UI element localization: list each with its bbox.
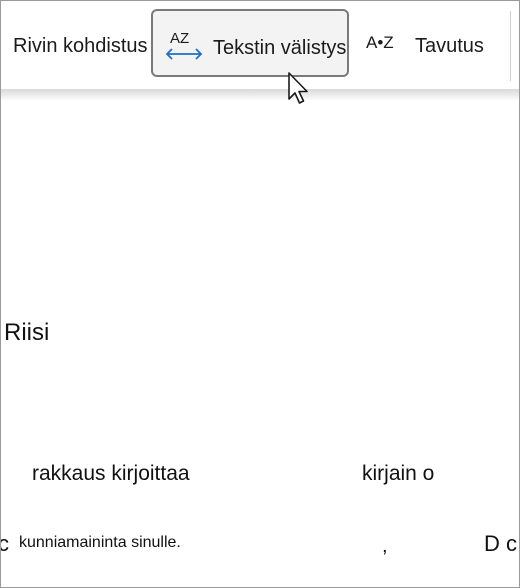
doc-word-rice: Riisi	[4, 319, 50, 346]
doc-fragment-left: c	[1, 531, 9, 557]
text-spacing-icon-letters: AZ	[170, 30, 189, 47]
text-spacing-label: Tekstin välistys	[213, 37, 347, 59]
mouse-pointer-icon	[287, 71, 313, 112]
app-window: Rivin kohdistus AZ Tekstin välistys A•Z …	[0, 0, 520, 588]
text-spacing-button[interactable]: AZ Tekstin välistys	[151, 9, 349, 77]
toolbar-shadow	[1, 89, 519, 101]
text-spacing-icon: AZ	[165, 29, 205, 63]
hyphenation-button[interactable]: Tavutus	[415, 35, 484, 58]
hyphenation-icon-letters: A•Z	[366, 33, 394, 52]
doc-fragment-right: D c	[484, 531, 517, 556]
hyphenation-icon[interactable]: A•Z	[365, 31, 401, 53]
line-alignment-button[interactable]: Rivin kohdistus	[13, 35, 148, 58]
toolbar-divider	[510, 11, 511, 81]
doc-phrase-honorable-mention: kunniamaininta sinulle.	[19, 534, 181, 551]
doc-phrase-love-write: rakkaus kirjoittaa	[32, 462, 190, 485]
toolbar-ribbon: Rivin kohdistus AZ Tekstin välistys A•Z …	[1, 1, 519, 89]
doc-phrase-letter-o: kirjain o	[362, 462, 435, 485]
doc-fragment-comma: ,	[382, 535, 388, 557]
